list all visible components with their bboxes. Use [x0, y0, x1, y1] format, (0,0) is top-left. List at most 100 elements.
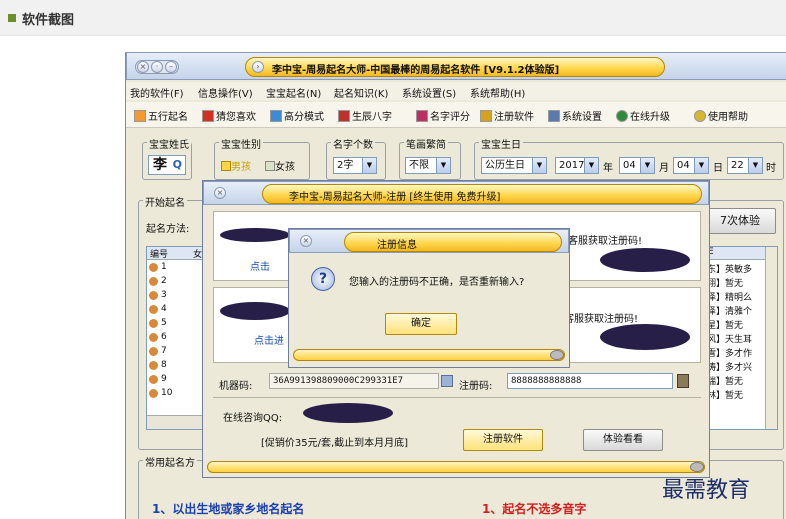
table-row[interactable]: 8: [147, 360, 197, 372]
tool-settings[interactable]: 系统设置: [548, 108, 602, 123]
chevron-down-icon: ▼: [748, 158, 762, 173]
menu-my-software[interactable]: 我的软件(F): [130, 85, 184, 100]
tool-score[interactable]: 名字评分: [416, 108, 470, 123]
count-legend: 名字个数: [331, 136, 375, 151]
start-legend: 开始起名: [143, 194, 187, 209]
table-cell[interactable]: 雪】多才作: [707, 346, 752, 359]
redacted-mark: [600, 248, 690, 272]
menu-settings[interactable]: 系统设置(S): [402, 85, 456, 100]
horizontal-scrollbar[interactable]: [147, 415, 203, 429]
table-row[interactable]: 1: [147, 262, 197, 274]
register-title-bar: × 李中宝-周易起名大师-注册 [终生使用 免费升级]: [203, 181, 709, 205]
register-progress: [207, 461, 705, 473]
hour-select[interactable]: 22 ▼: [727, 157, 763, 174]
trial-button[interactable]: 7次体验: [704, 208, 776, 234]
click-link-1[interactable]: 点击: [250, 258, 270, 273]
paste-icon[interactable]: [677, 374, 689, 388]
section-title: 软件截图: [22, 13, 75, 28]
close-icon[interactable]: ×: [214, 187, 226, 199]
close-icon[interactable]: ×: [137, 61, 149, 73]
settings-icon[interactable]: ·: [151, 61, 163, 73]
ok-button[interactable]: 确定: [385, 313, 457, 335]
table-row[interactable]: 3: [147, 290, 197, 302]
surname-legend: 宝宝姓氏: [147, 136, 191, 151]
chevron-down-icon: ▼: [362, 158, 376, 173]
year-select[interactable]: 2017 ▼: [555, 157, 599, 174]
tool-bazi[interactable]: 生辰八字: [338, 108, 392, 123]
count-select[interactable]: 2字 ▼: [333, 157, 377, 174]
tool-guess[interactable]: 猜您喜欢: [202, 108, 256, 123]
tool-highscore[interactable]: 高分模式: [270, 108, 324, 123]
table-cell[interactable]: 泽】清雅个: [707, 304, 752, 317]
menu-info[interactable]: 信息操作(V): [198, 85, 253, 100]
stroke-select[interactable]: 不限 ▼: [405, 157, 451, 174]
face-icon: [149, 263, 158, 272]
day-label: 日: [713, 163, 723, 174]
divider: [213, 397, 701, 398]
close-icon[interactable]: ×: [300, 235, 312, 247]
face-icon: [149, 389, 158, 398]
info-dialog: × 注册信息 ? 您输入的注册码不正确，是否重新输入? 确定: [288, 228, 570, 368]
tool-upgrade[interactable]: 在线升级: [616, 108, 670, 123]
section-header: 软件截图: [0, 0, 786, 36]
table-cell[interactable]: 风】天生耳: [707, 332, 752, 345]
tool-help[interactable]: 使用帮助: [694, 108, 748, 123]
result-table-left: 编号女 1 2 3 4 5 6 7 8 9 10: [146, 246, 205, 430]
table-cell[interactable]: 翔】暂无: [707, 276, 743, 289]
common-legend: 常用起名方: [143, 454, 197, 469]
table-row[interactable]: 5: [147, 318, 197, 330]
table-cell[interactable]: 林】暂无: [707, 388, 743, 401]
window-controls: × · –: [135, 60, 179, 74]
table-row[interactable]: 7: [147, 346, 197, 358]
globe-icon: [616, 110, 628, 122]
face-icon: [149, 333, 158, 342]
info-message: 您输入的注册码不正确，是否重新输入?: [349, 277, 525, 288]
toolbar: 五行起名 猜您喜欢 高分模式 生辰八字 名字评分 注册软件 系统设置 在线升级 …: [126, 102, 786, 128]
stroke-legend: 笔画繁简: [404, 136, 448, 151]
machine-label: 机器码:: [219, 381, 253, 392]
redacted-mark: [600, 324, 690, 350]
boy-option[interactable]: 男孩: [221, 158, 251, 173]
month-select[interactable]: 04 ▼: [619, 157, 655, 174]
register-title-pill: 李中宝-周易起名大师-注册 [终生使用 免费升级]: [262, 184, 702, 204]
vertical-scrollbar[interactable]: [765, 247, 777, 429]
table-row[interactable]: 6: [147, 332, 197, 344]
table-row[interactable]: 10: [147, 388, 197, 400]
book-icon: [416, 110, 428, 122]
trial-look-button[interactable]: 体验看看: [583, 429, 663, 451]
click-link-2[interactable]: 点击进: [254, 332, 284, 347]
bullet-icon: [8, 14, 16, 22]
table-cell[interactable]: 瑞】暂无: [707, 374, 743, 387]
copy-icon[interactable]: [441, 375, 453, 387]
table-row[interactable]: 9: [147, 374, 197, 386]
table-cell[interactable]: 涛】多才兴: [707, 360, 752, 373]
menu-knowledge[interactable]: 起名知识(K): [334, 85, 388, 100]
tool-wuxing[interactable]: 五行起名: [134, 108, 188, 123]
surname-group: 宝宝姓氏 李Q: [142, 136, 192, 180]
table-row[interactable]: 2: [147, 276, 197, 288]
surname-input[interactable]: 李Q: [148, 155, 186, 175]
table-cell[interactable]: 泽】精明么: [707, 290, 752, 303]
redacted-mark: [220, 302, 290, 320]
search-icon[interactable]: Q: [173, 156, 182, 174]
girl-option[interactable]: 女孩: [265, 158, 295, 173]
chevron-down-icon: ▼: [532, 158, 546, 173]
table-cell[interactable]: 星】暂无: [707, 318, 743, 331]
menu-naming[interactable]: 宝宝起名(N): [266, 85, 321, 100]
calendar-select[interactable]: 公历生日 ▼: [481, 157, 547, 174]
wuxing-icon: [134, 110, 146, 122]
progress-knob: [690, 462, 704, 472]
menu-help[interactable]: 系统帮助(H): [470, 85, 525, 100]
checkbox-icon: [221, 161, 231, 171]
register-title: 李中宝-周易起名大师-注册 [终生使用 免费升级]: [289, 192, 501, 203]
day-select[interactable]: 04 ▼: [673, 157, 709, 174]
register-button[interactable]: 注册软件: [463, 429, 543, 451]
month-label: 月: [659, 163, 669, 174]
chevron-down-icon: ▼: [584, 158, 598, 173]
table-cell[interactable]: 东】英敏多: [707, 262, 752, 275]
contact-text-1: 客服获取注册码!: [568, 236, 643, 247]
minimize-icon[interactable]: –: [165, 61, 177, 73]
table-row[interactable]: 4: [147, 304, 197, 316]
tool-register[interactable]: 注册软件: [480, 108, 534, 123]
reg-code-input[interactable]: 8888888888888: [507, 373, 673, 389]
